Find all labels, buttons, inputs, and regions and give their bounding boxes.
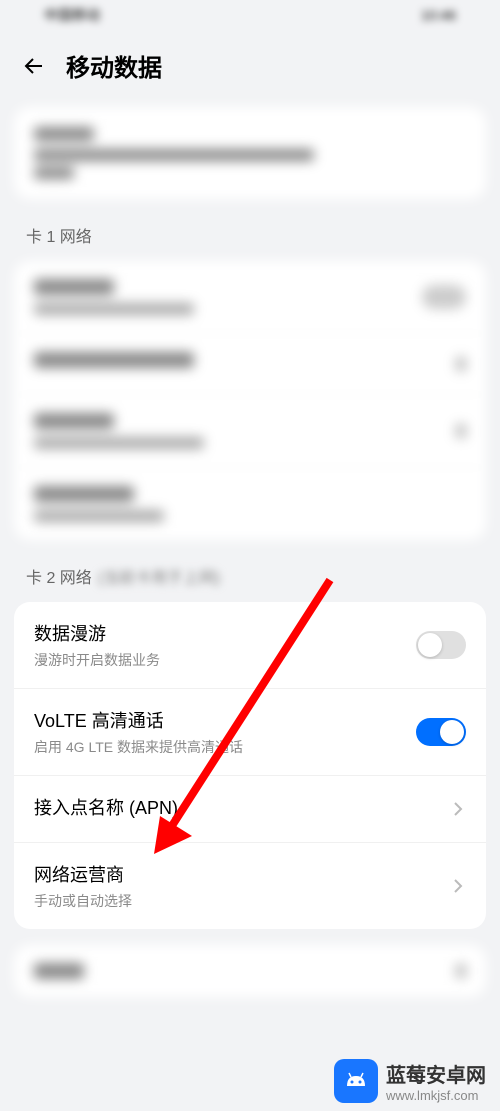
status-bar: 中国移动 10:46 (0, 0, 500, 30)
watermark-logo-icon (334, 1059, 378, 1103)
operator-row[interactable]: 网络运营商 手动或自动选择 (14, 843, 486, 929)
chevron-right-icon (450, 801, 466, 817)
page-header: 移动数据 (0, 30, 500, 101)
apn-row[interactable]: 接入点名称 (APN) (14, 776, 486, 843)
blurred-top-card (14, 107, 486, 199)
blurred-bottom-card (14, 945, 486, 997)
data-roaming-row[interactable]: 数据漫游 漫游时开启数据业务 (14, 602, 486, 689)
data-roaming-subtitle: 漫游时开启数据业务 (34, 650, 416, 670)
watermark-title: 蓝莓安卓网 (386, 1059, 486, 1088)
volte-row[interactable]: VoLTE 高清通话 启用 4G LTE 数据来提供高清通话 (14, 689, 486, 776)
data-roaming-title: 数据漫游 (34, 620, 416, 646)
watermark: 蓝莓安卓网 www.lmkjsf.com (0, 1051, 500, 1111)
operator-title: 网络运营商 (34, 861, 450, 887)
watermark-url: www.lmkjsf.com (386, 1088, 486, 1103)
volte-title: VoLTE 高清通话 (34, 707, 416, 733)
back-button[interactable] (20, 52, 48, 80)
data-roaming-toggle[interactable] (416, 631, 466, 659)
sim1-section-label: 卡 1 网络 (0, 205, 500, 255)
chevron-right-icon (450, 878, 466, 894)
operator-subtitle: 手动或自动选择 (34, 891, 450, 911)
time-label: 10:46 (421, 7, 456, 23)
sim2-section-label: 卡 2 网络 (当前卡用于上网) (0, 546, 500, 596)
page-title: 移动数据 (66, 48, 162, 83)
apn-title: 接入点名称 (APN) (34, 794, 450, 820)
volte-subtitle: 启用 4G LTE 数据来提供高清通话 (34, 737, 416, 757)
sim1-group-blurred (14, 261, 486, 540)
carrier-label: 中国移动 (44, 5, 100, 25)
volte-toggle[interactable] (416, 718, 466, 746)
sim2-group: 数据漫游 漫游时开启数据业务 VoLTE 高清通话 启用 4G LTE 数据来提… (14, 602, 486, 929)
arrow-left-icon (22, 54, 46, 78)
